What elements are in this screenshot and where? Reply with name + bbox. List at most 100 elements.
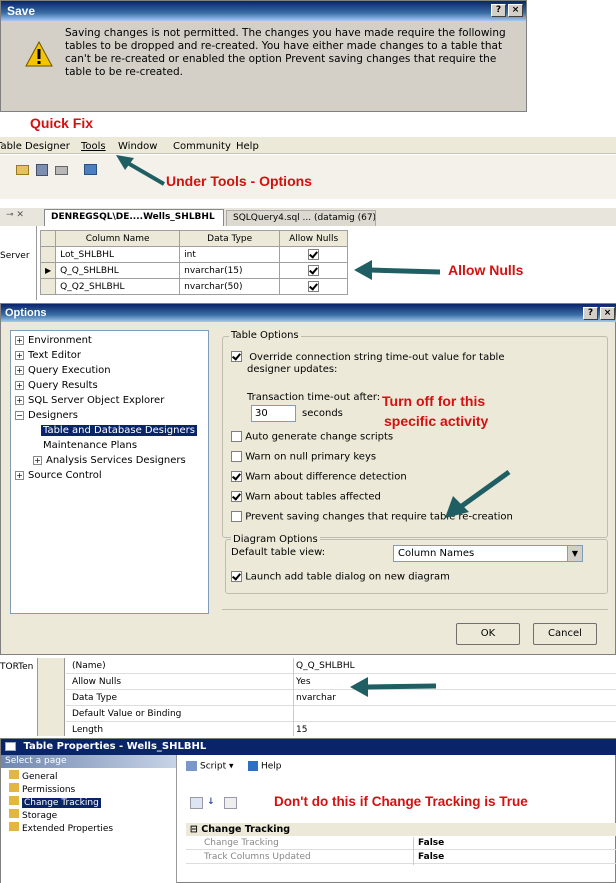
property-row[interactable]: Default Value or Binding — [66, 706, 616, 722]
column-name-cell[interactable]: Lot_SHLBHL — [55, 246, 181, 263]
override-checkbox[interactable] — [231, 351, 242, 362]
print-icon[interactable] — [55, 166, 68, 175]
allow-nulls-cell[interactable] — [279, 278, 349, 295]
expand-icon[interactable]: + — [15, 395, 24, 405]
tree-item-object-explorer[interactable]: + SQL Server Object Explorer — [15, 395, 208, 410]
tree-item-analysis-services[interactable]: + Analysis Services Designers — [15, 455, 208, 470]
warn-difference-checkbox[interactable] — [231, 471, 242, 482]
expand-icon[interactable]: + — [15, 380, 24, 390]
alphabetical-sort-icon[interactable]: ↓ — [207, 797, 215, 807]
expand-icon[interactable]: + — [15, 335, 24, 345]
page-item-general[interactable]: General — [9, 770, 57, 782]
tree-item-designers[interactable]: − Designers — [15, 410, 208, 425]
script-button[interactable]: Script ▾ — [186, 761, 234, 772]
change-tracking-section[interactable]: ⊟ Change Tracking — [186, 823, 616, 836]
warn-tables-checkbox[interactable] — [231, 491, 242, 502]
row-selector[interactable]: ▶ — [39, 262, 57, 279]
table-row[interactable]: Lot_SHLBHL int — [39, 246, 349, 263]
warn-null-checkbox[interactable] — [231, 451, 242, 462]
data-type-cell[interactable]: int — [179, 246, 281, 263]
override-option[interactable]: Override connection string time-out valu… — [231, 351, 591, 363]
tree-item-table-db-designers[interactable]: Table and Database Designers — [15, 425, 208, 440]
tab-designer-active[interactable]: DENREGSQL\DE....Wells_SHLBHL — [44, 209, 224, 226]
allow-nulls-cell[interactable] — [279, 246, 349, 263]
property-pages-icon[interactable] — [224, 797, 237, 809]
warn-tables-option[interactable]: Warn about tables affected — [231, 491, 381, 503]
close-button[interactable]: × — [508, 4, 523, 17]
launch-add-checkbox[interactable] — [231, 571, 242, 582]
table-row[interactable]: ▶ Q_Q_SHLBHL nvarchar(15) — [39, 262, 349, 279]
property-row[interactable]: Data Type nvarchar — [66, 690, 616, 706]
allow-nulls-checkbox[interactable] — [308, 281, 320, 292]
cancel-button[interactable]: Cancel — [533, 623, 597, 645]
page-item-change-tracking[interactable]: Change Tracking — [9, 796, 101, 808]
tree-item-source-control[interactable]: + Source Control — [15, 470, 208, 485]
menu-table-designer[interactable]: Table Designer — [0, 141, 70, 152]
default-view-select[interactable]: Column Names ▼ — [393, 545, 583, 562]
save-icon[interactable] — [36, 164, 48, 176]
page-label-selected: Change Tracking — [22, 798, 101, 808]
launch-add-option[interactable]: Launch add table dialog on new diagram — [231, 571, 450, 583]
property-row[interactable]: Change Tracking False — [186, 837, 616, 850]
panel-pin-icon[interactable]: ⊸ ✕ — [6, 210, 24, 220]
property-row[interactable]: (Name) Q_Q_SHLBHL — [66, 658, 616, 674]
warn-difference-option[interactable]: Warn about difference detection — [231, 471, 407, 483]
tree-item-text-editor[interactable]: + Text Editor — [15, 350, 208, 365]
menu-help[interactable]: Help — [236, 141, 259, 152]
page-item-extended[interactable]: Extended Properties — [9, 822, 113, 834]
page-item-permissions[interactable]: Permissions — [9, 783, 75, 795]
expand-icon[interactable]: + — [15, 365, 24, 375]
expand-icon[interactable]: + — [15, 350, 24, 360]
diagram-options-legend: Diagram Options — [231, 534, 320, 545]
data-type-cell[interactable]: nvarchar(50) — [179, 278, 281, 295]
expand-icon[interactable]: + — [15, 470, 24, 480]
open-folder-icon[interactable] — [16, 165, 29, 175]
options-close-button[interactable]: × — [600, 307, 615, 320]
row-selector[interactable] — [39, 278, 57, 295]
ok-button[interactable]: OK — [456, 623, 520, 645]
help-button[interactable]: ? — [491, 4, 506, 17]
property-key: Allow Nulls — [72, 677, 122, 687]
column-name-cell[interactable]: Q_Q2_SHLBHL — [55, 278, 181, 295]
tree-label: Text Editor — [28, 350, 81, 361]
property-row[interactable]: Length 15 — [66, 722, 616, 736]
page-item-storage[interactable]: Storage — [9, 809, 57, 821]
tree-item-query-execution[interactable]: + Query Execution — [15, 365, 208, 380]
table-props-window-icon — [5, 741, 16, 751]
tab-query[interactable]: SQLQuery4.sql ... (datamig (67)) — [226, 210, 376, 226]
column-name-cell[interactable]: Q_Q_SHLBHL — [55, 262, 181, 279]
allow-nulls-cell[interactable] — [279, 262, 349, 279]
screen-icon[interactable] — [84, 164, 97, 175]
timeout-input[interactable]: 30 — [251, 405, 296, 422]
menu-tools[interactable]: Tools — [81, 141, 106, 152]
dropdown-arrow-icon[interactable]: ▼ — [567, 546, 582, 561]
warn-null-option[interactable]: Warn on null primary keys — [231, 451, 376, 463]
property-row[interactable]: Track Columns Updated False — [186, 851, 616, 864]
expand-icon[interactable]: + — [33, 455, 42, 465]
allow-nulls-checkbox[interactable] — [308, 265, 320, 276]
tree-item-maintenance-plans[interactable]: Maintenance Plans — [15, 440, 208, 455]
table-row[interactable]: Q_Q2_SHLBHL nvarchar(50) — [39, 278, 349, 295]
override-label-2: designer updates: — [247, 364, 338, 375]
options-titlebar: Options — [1, 304, 616, 322]
auto-generate-option[interactable]: Auto generate change scripts — [231, 431, 393, 443]
property-row[interactable]: Allow Nulls Yes — [66, 674, 616, 690]
help-link[interactable]: Help — [248, 761, 282, 772]
options-help-button[interactable]: ? — [583, 307, 598, 320]
help-icon — [248, 761, 258, 771]
default-view-label: Default table view: — [231, 547, 326, 558]
menu-community[interactable]: Community — [173, 141, 231, 152]
under-tools-label: Under Tools - Options — [166, 173, 312, 189]
allow-nulls-checkbox[interactable] — [308, 249, 320, 260]
tree-item-query-results[interactable]: + Query Results — [15, 380, 208, 395]
separator — [222, 609, 608, 610]
categorized-icon[interactable] — [190, 797, 203, 809]
prevent-saving-checkbox[interactable] — [231, 511, 242, 522]
auto-generate-checkbox[interactable] — [231, 431, 242, 442]
tree-item-environment[interactable]: + Environment — [15, 335, 208, 350]
data-type-cell[interactable]: nvarchar(15) — [179, 262, 281, 279]
select-page-label: Select a page — [5, 756, 67, 766]
row-selector[interactable] — [39, 246, 57, 263]
collapse-icon[interactable]: − — [15, 410, 24, 420]
collapse-section-icon[interactable]: ⊟ — [190, 824, 198, 835]
